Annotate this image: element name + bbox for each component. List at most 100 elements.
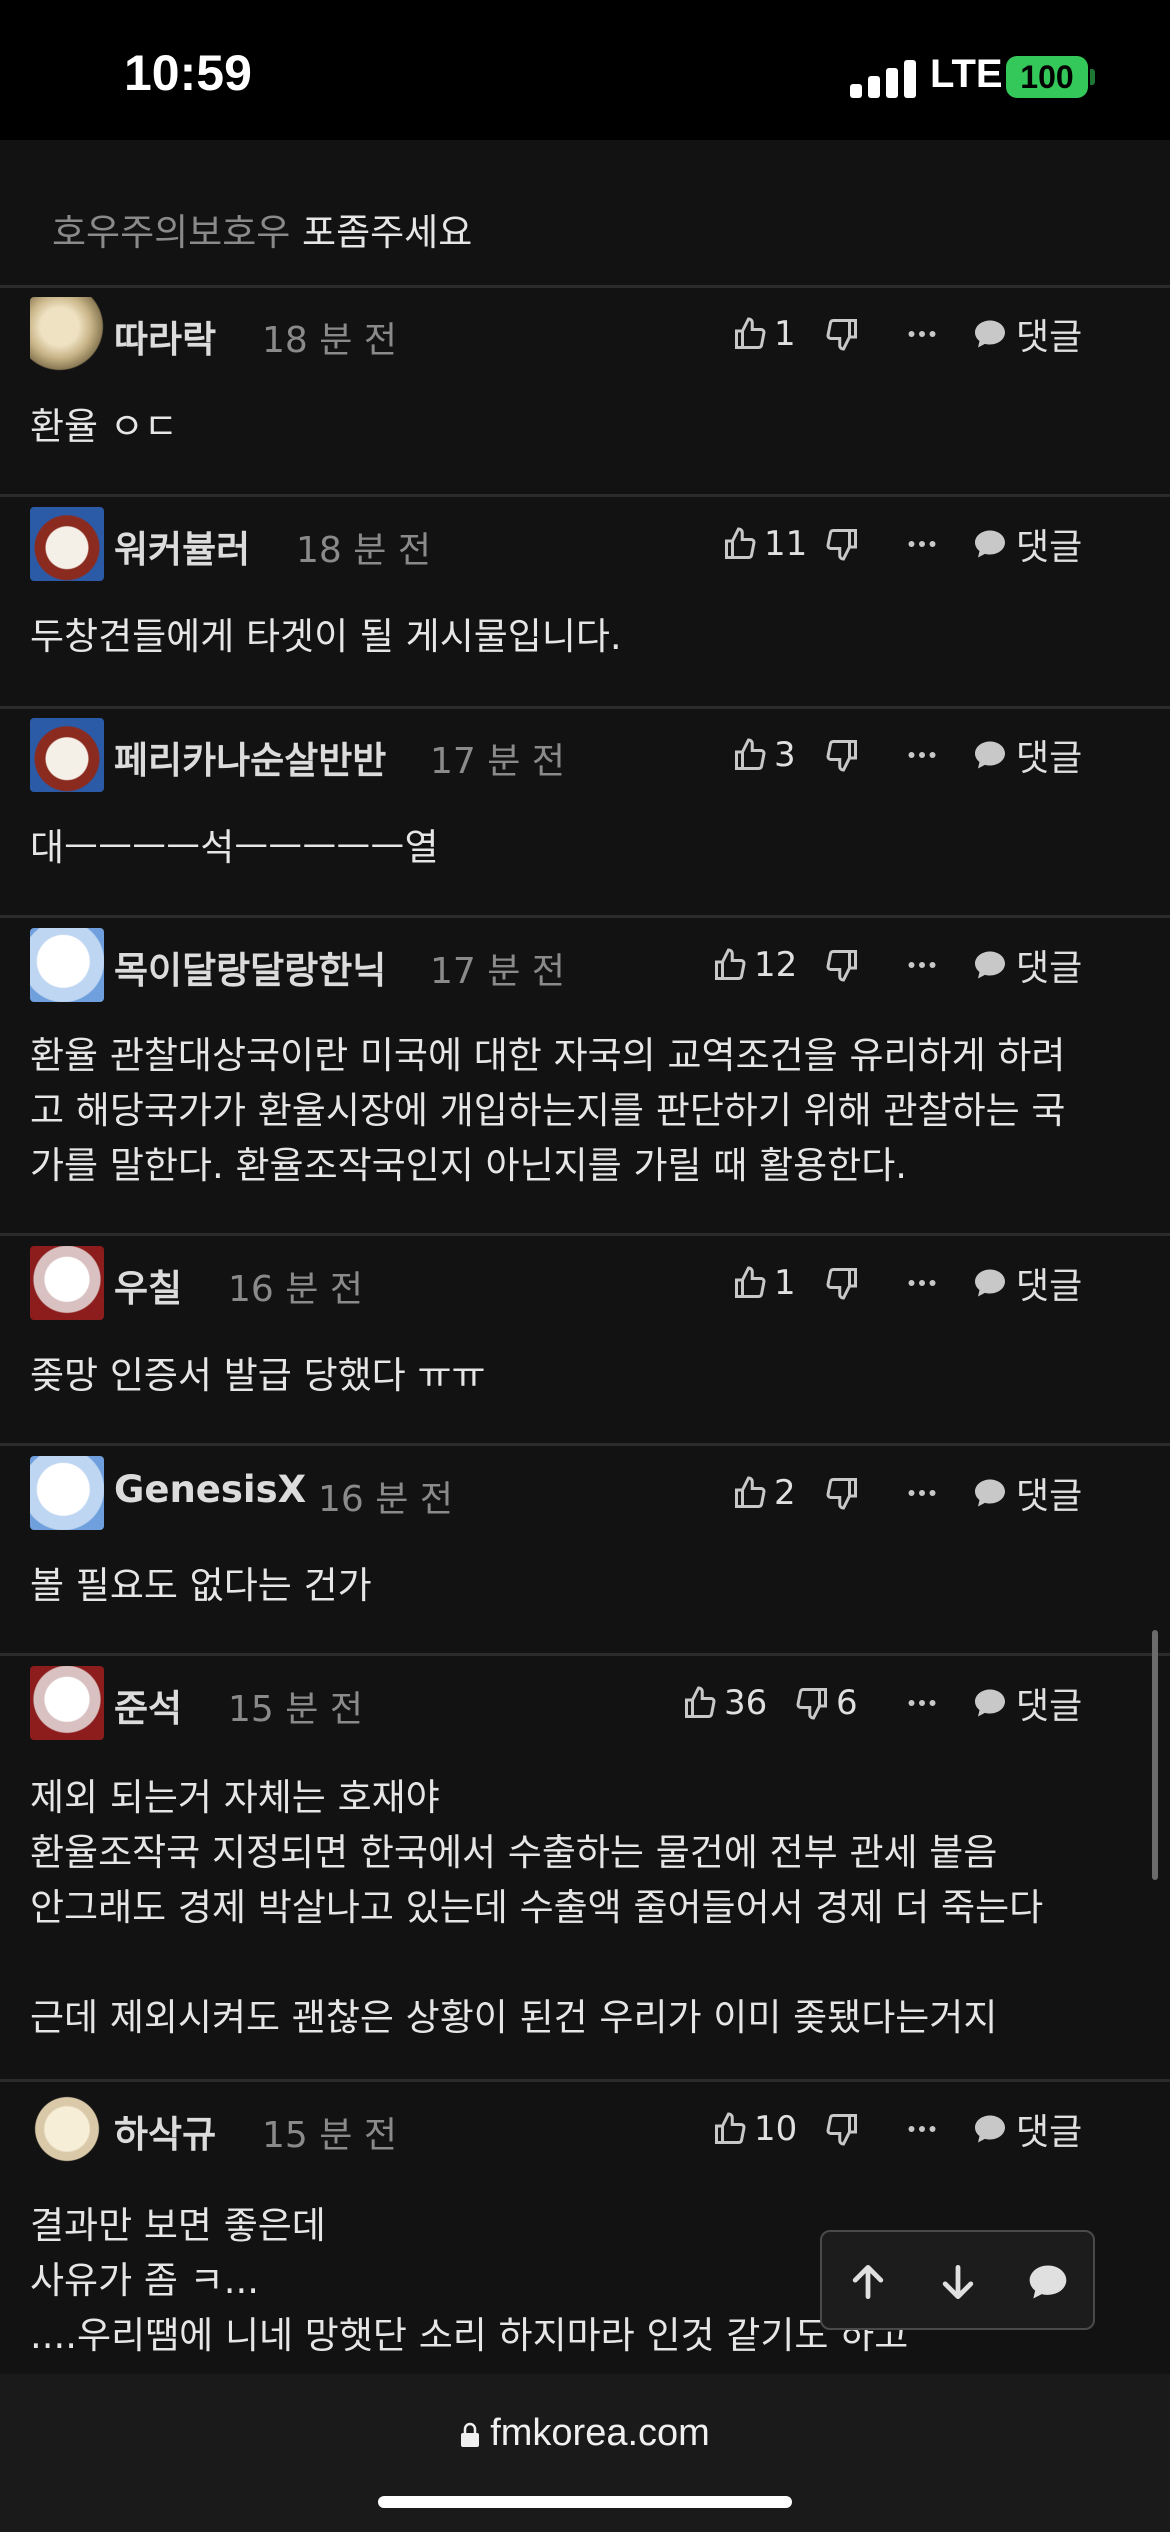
timestamp: 17 분 전 [430, 741, 565, 782]
dislike-count: 6 [836, 1683, 858, 1723]
more-button[interactable] [904, 309, 940, 359]
speech-bubble-icon [972, 1685, 1008, 1721]
comment-body: 포좀주세요 [302, 211, 473, 254]
nickname[interactable]: 워커뷸러 [114, 519, 250, 573]
arrow-down-icon[interactable] [936, 2260, 980, 2304]
nickname[interactable]: 페리카나순살반반 [114, 730, 386, 784]
thumbs-down-icon [824, 2111, 860, 2147]
comment-item: 페리카나순살반반 17 분 전 3 댓글 대ㅡㅡㅡㅡ석ㅡㅡㅡㅡㅡ열 [0, 710, 1170, 918]
avatar[interactable] [30, 1456, 104, 1530]
dislike-button[interactable] [824, 2104, 860, 2154]
reply-button[interactable]: 댓글 [972, 730, 1082, 780]
scrollbar[interactable] [1152, 1630, 1158, 1880]
thumbs-up-icon [712, 947, 748, 983]
comment-item: GenesisX 16 분 전 2 댓글 볼 필요도 없다는 건가 [0, 1448, 1170, 1656]
nickname[interactable]: 목이달랑달랑한닉 [114, 940, 386, 994]
dislike-button[interactable]: 6 [794, 1678, 858, 1728]
thumbs-up-icon [722, 526, 758, 562]
dislike-button[interactable] [824, 309, 860, 359]
like-button[interactable]: 12 [712, 940, 797, 990]
speech-bubble-icon [972, 1475, 1008, 1511]
dislike-button[interactable] [824, 1258, 860, 1308]
thumbs-up-icon [732, 1475, 768, 1511]
comment-item: 따라락 18 분 전 1 댓글 환율 ㅇㄷ [0, 289, 1170, 497]
thumbs-up-icon [682, 1685, 718, 1721]
nickname[interactable]: 준석 [114, 1678, 182, 1732]
comment-text: 제외 되는거 자체는 호재야 환율조작국 지정되면 한국에서 수출하는 물건에 … [30, 1776, 1044, 2039]
like-button[interactable]: 1 [732, 1258, 796, 1308]
avatar[interactable] [30, 2092, 104, 2166]
more-button[interactable] [904, 940, 940, 990]
reply-button[interactable]: 댓글 [972, 2104, 1082, 2154]
more-icon [904, 737, 940, 773]
thumbs-up-icon [712, 2111, 748, 2147]
more-button[interactable] [904, 1678, 940, 1728]
thumbs-down-icon [794, 1685, 830, 1721]
avatar[interactable] [30, 718, 104, 792]
timestamp: 18 분 전 [262, 320, 397, 361]
reply-label: 댓글 [1016, 1686, 1083, 1727]
reply-label: 댓글 [1016, 2112, 1083, 2153]
speech-bubble-icon [972, 737, 1008, 773]
comment-text: 두창견들에게 타겟이 될 게시물입니다. [30, 615, 622, 658]
like-button[interactable]: 1 [732, 309, 796, 359]
reply-button[interactable]: 댓글 [972, 1468, 1082, 1518]
nickname[interactable]: GenesisX [114, 1468, 306, 1511]
reply-button[interactable]: 댓글 [972, 309, 1082, 359]
avatar[interactable] [30, 297, 104, 371]
speech-bubble-icon [972, 526, 1008, 562]
floating-nav [820, 2230, 1095, 2330]
avatar[interactable] [30, 1246, 104, 1320]
comment-item: 준석 15 분 전 36 6 댓글 제외 되는거 자체는 호재야 환율조작국 지… [0, 1658, 1170, 2082]
reply-label: 댓글 [1016, 1476, 1083, 1517]
comment-text: 볼 필요도 없다는 건가 [30, 1564, 372, 1607]
like-button[interactable]: 2 [732, 1468, 796, 1518]
like-button[interactable]: 36 [682, 1678, 767, 1728]
reply-label: 댓글 [1016, 948, 1083, 989]
status-bar: 10:59 LTE 100 [0, 0, 1170, 140]
dislike-button[interactable] [824, 519, 860, 569]
like-count: 10 [754, 2109, 798, 2149]
like-count: 1 [774, 314, 796, 354]
like-button[interactable]: 11 [722, 519, 807, 569]
dislike-button[interactable] [824, 1468, 860, 1518]
home-indicator[interactable] [378, 2496, 792, 2508]
battery-icon: 100 [1006, 56, 1088, 98]
more-button[interactable] [904, 1468, 940, 1518]
like-count: 1 [774, 1263, 796, 1303]
nickname[interactable]: 하삭규 [114, 2104, 216, 2158]
like-button[interactable]: 3 [732, 730, 796, 780]
nickname[interactable]: 우칠 [114, 1258, 182, 1312]
more-icon [904, 2111, 940, 2147]
reply-button[interactable]: 댓글 [972, 1678, 1082, 1728]
like-count: 3 [774, 735, 796, 775]
more-icon [904, 947, 940, 983]
dislike-button[interactable] [824, 940, 860, 990]
more-button[interactable] [904, 519, 940, 569]
more-button[interactable] [904, 730, 940, 780]
avatar[interactable] [30, 1666, 104, 1740]
comment-text: 호우주의보호우 포좀주세요 [52, 202, 472, 256]
reply-button[interactable]: 댓글 [972, 1258, 1082, 1308]
thumbs-down-icon [824, 947, 860, 983]
nickname[interactable]: 따라락 [114, 309, 216, 363]
reply-button[interactable]: 댓글 [972, 519, 1082, 569]
avatar[interactable] [30, 507, 104, 581]
arrow-up-icon[interactable] [846, 2260, 890, 2304]
thumbs-down-icon [824, 1475, 860, 1511]
address-bar[interactable]: fmkorea.com [0, 2412, 1170, 2455]
comment-icon[interactable] [1026, 2260, 1070, 2304]
mention[interactable]: 호우주의보호우 [52, 211, 290, 254]
dislike-button[interactable] [824, 730, 860, 780]
timestamp: 16 분 전 [228, 1269, 363, 1310]
more-button[interactable] [904, 1258, 940, 1308]
like-button[interactable]: 10 [712, 2104, 797, 2154]
more-button[interactable] [904, 2104, 940, 2154]
timestamp: 18 분 전 [296, 530, 431, 571]
avatar[interactable] [30, 928, 104, 1002]
comment-item: 목이달랑달랑한닉 17 분 전 12 댓글 환율 관찰대상국이란 미국에 대한 … [0, 920, 1170, 1236]
speech-bubble-icon [972, 1265, 1008, 1301]
more-icon [904, 526, 940, 562]
reply-button[interactable]: 댓글 [972, 940, 1082, 990]
thumbs-up-icon [732, 1265, 768, 1301]
